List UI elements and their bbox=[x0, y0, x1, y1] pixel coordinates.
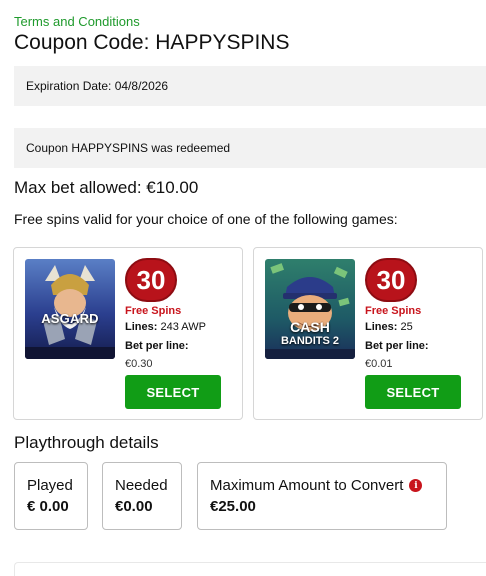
lines-info: Lines: 25 bbox=[365, 321, 413, 333]
expiration-date-text: Expiration Date: 04/8/2026 bbox=[26, 79, 169, 93]
needed-stat-card: Needed €0.00 bbox=[102, 462, 182, 530]
info-icon[interactable]: i bbox=[409, 479, 423, 492]
bottom-panel bbox=[14, 562, 486, 576]
game-thumbnail-asgard[interactable]: ASGARD bbox=[25, 259, 115, 359]
game-thumbnail-title-line1: CASH bbox=[290, 319, 330, 335]
terms-and-conditions-link[interactable]: Terms and Conditions bbox=[14, 14, 140, 29]
played-stat-card: Played € 0.00 bbox=[14, 462, 88, 530]
played-label: Played bbox=[27, 477, 73, 494]
max-convert-value: €25.00 bbox=[210, 498, 256, 515]
max-convert-label-row: Maximum Amount to Convert i bbox=[210, 477, 446, 494]
lines-value: 243 AWP bbox=[160, 321, 206, 333]
game-thumbnail-title: ASGARD bbox=[41, 311, 99, 326]
free-spins-label: Free Spins bbox=[365, 305, 422, 317]
max-convert-label: Maximum Amount to Convert bbox=[210, 477, 404, 494]
needed-value: €0.00 bbox=[115, 498, 153, 515]
game-card-cash-bandits-2: CASH BANDITS 2 30 Free Spins Lines: 25 B… bbox=[253, 247, 483, 420]
free-spins-label: Free Spins bbox=[125, 305, 182, 317]
select-asgard-button[interactable]: SELECT bbox=[125, 375, 221, 409]
needed-label: Needed bbox=[115, 477, 168, 494]
played-value: € 0.00 bbox=[27, 498, 69, 515]
game-thumbnail-title-line2: BANDITS 2 bbox=[280, 335, 340, 347]
lines-label: Lines: bbox=[125, 321, 158, 333]
redeem-notice-panel: Coupon HAPPYSPINS was redeemed bbox=[14, 128, 486, 168]
page-title: Coupon Code: HAPPYSPINS bbox=[14, 31, 290, 54]
redeem-notice-text: Coupon HAPPYSPINS was redeemed bbox=[26, 141, 231, 155]
free-spins-count-badge: 30 bbox=[125, 258, 177, 302]
playthrough-details-heading: Playthrough details bbox=[14, 433, 159, 452]
max-bet-text: Max bet allowed: €10.00 bbox=[14, 178, 199, 197]
lines-info: Lines: 243 AWP bbox=[125, 321, 206, 333]
lines-label: Lines: bbox=[365, 321, 398, 333]
bet-per-line-label: Bet per line: bbox=[125, 340, 189, 352]
games-intro-text: Free spins valid for your choice of one … bbox=[14, 211, 398, 227]
bet-per-line-label: Bet per line: bbox=[365, 340, 429, 352]
select-cash-bandits-2-button[interactable]: SELECT bbox=[365, 375, 461, 409]
game-card-asgard: ASGARD 30 Free Spins Lines: 243 AWP Bet … bbox=[13, 247, 243, 420]
lines-value: 25 bbox=[400, 321, 413, 333]
expiration-date-panel: Expiration Date: 04/8/2026 bbox=[14, 66, 486, 106]
bet-per-line-value: €0.01 bbox=[365, 358, 393, 370]
free-spins-count-badge: 30 bbox=[365, 258, 417, 302]
game-thumbnail-cash-bandits-2[interactable]: CASH BANDITS 2 bbox=[265, 259, 355, 359]
max-convert-stat-card: Maximum Amount to Convert i €25.00 bbox=[197, 462, 447, 530]
bet-per-line-value: €0.30 bbox=[125, 358, 153, 370]
